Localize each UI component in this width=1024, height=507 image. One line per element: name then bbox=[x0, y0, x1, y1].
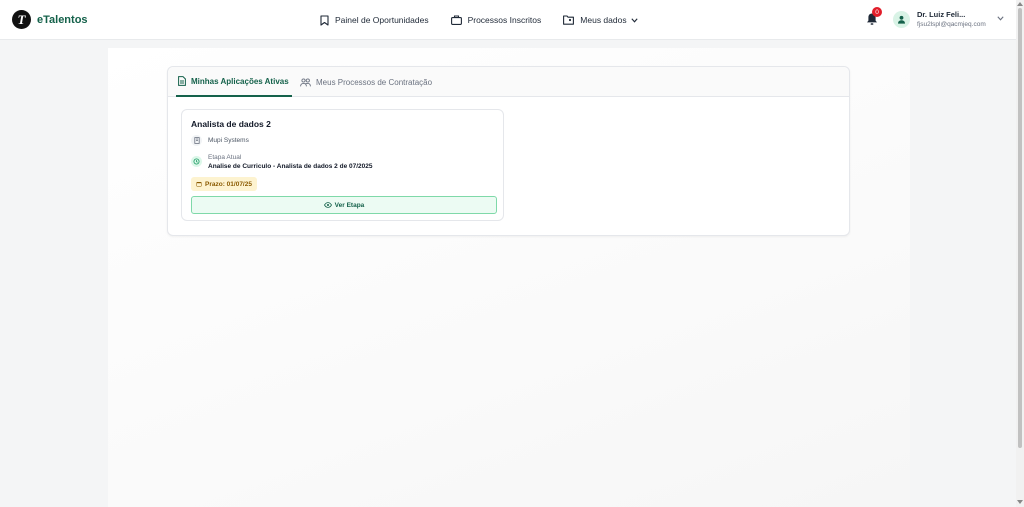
user-icon bbox=[898, 15, 905, 24]
company-name: Mupi Systems bbox=[208, 137, 249, 144]
nav-item-meus-dados[interactable]: Meus dados bbox=[563, 15, 638, 25]
notification-badge: 0 bbox=[872, 7, 882, 17]
briefcase-icon bbox=[450, 15, 462, 25]
bookmark-icon bbox=[320, 14, 329, 26]
applications-panel: Minhas Aplicações Ativas Meus Processos … bbox=[167, 66, 850, 236]
nav-item-painel[interactable]: Painel de Oportunidades bbox=[320, 14, 429, 26]
document-icon bbox=[178, 76, 186, 86]
brand-logo: T bbox=[12, 10, 31, 29]
job-title: Analista de dados 2 bbox=[191, 119, 271, 129]
view-stage-label: Ver Etapa bbox=[334, 201, 365, 209]
tab-minhas-aplicacoes[interactable]: Minhas Aplicações Ativas bbox=[176, 67, 292, 97]
brand[interactable]: T eTalentos bbox=[12, 10, 88, 29]
nav-item-label: Meus dados bbox=[580, 15, 627, 25]
company-row: Mupi Systems bbox=[191, 135, 249, 146]
scrollbar-thumb[interactable] bbox=[1018, 8, 1022, 448]
top-navbar: T eTalentos Painel de Oportunidades Proc… bbox=[0, 0, 1016, 40]
brand-name: eTalentos bbox=[37, 13, 88, 26]
scroll-up-arrow[interactable] bbox=[1017, 2, 1023, 6]
chevron-down-icon bbox=[630, 17, 638, 23]
tab-label: Meus Processos de Contratação bbox=[316, 77, 433, 87]
nav-item-processos[interactable]: Processos Inscritos bbox=[450, 15, 542, 25]
building-icon bbox=[191, 135, 202, 146]
deadline-text: Prazo: 01/07/25 bbox=[205, 180, 252, 188]
stage-value: Analise de Curriculo - Analista de dados… bbox=[208, 163, 373, 170]
user-email: fjsu2lspl@qacmjeq.com bbox=[917, 21, 986, 28]
nav-item-label: Processos Inscritos bbox=[467, 15, 542, 25]
users-icon bbox=[300, 77, 311, 86]
nav-item-label: Painel de Oportunidades bbox=[335, 15, 429, 25]
calendar-icon bbox=[196, 182, 202, 187]
stage-label: Etapa Atual bbox=[208, 154, 242, 161]
deadline-badge: Prazo: 01/07/25 bbox=[191, 177, 257, 191]
eye-icon bbox=[323, 202, 332, 208]
tab-bar: Minhas Aplicações Ativas Meus Processos … bbox=[168, 67, 849, 97]
chevron-down-icon bbox=[997, 16, 1004, 21]
tab-label: Minhas Aplicações Ativas bbox=[191, 76, 289, 86]
stage-icon bbox=[191, 156, 202, 167]
tab-processos-contratacao[interactable]: Meus Processos de Contratação bbox=[300, 67, 432, 97]
user-name: Dr. Luiz Feli... bbox=[917, 10, 966, 19]
main-nav: Painel de Oportunidades Processos Inscri… bbox=[320, 0, 660, 40]
stage-row: Etapa Atual Analise de Curriculo - Anali… bbox=[191, 154, 372, 171]
scroll-down-arrow[interactable] bbox=[1017, 500, 1023, 504]
avatar bbox=[893, 11, 910, 28]
folder-user-icon bbox=[563, 15, 575, 25]
user-menu[interactable]: Dr. Luiz Feli... fjsu2lspl@qacmjeq.com bbox=[893, 10, 1004, 30]
view-stage-button[interactable]: Ver Etapa bbox=[191, 196, 497, 214]
application-card: Analista de dados 2 Mupi Systems Etapa A… bbox=[181, 109, 504, 221]
